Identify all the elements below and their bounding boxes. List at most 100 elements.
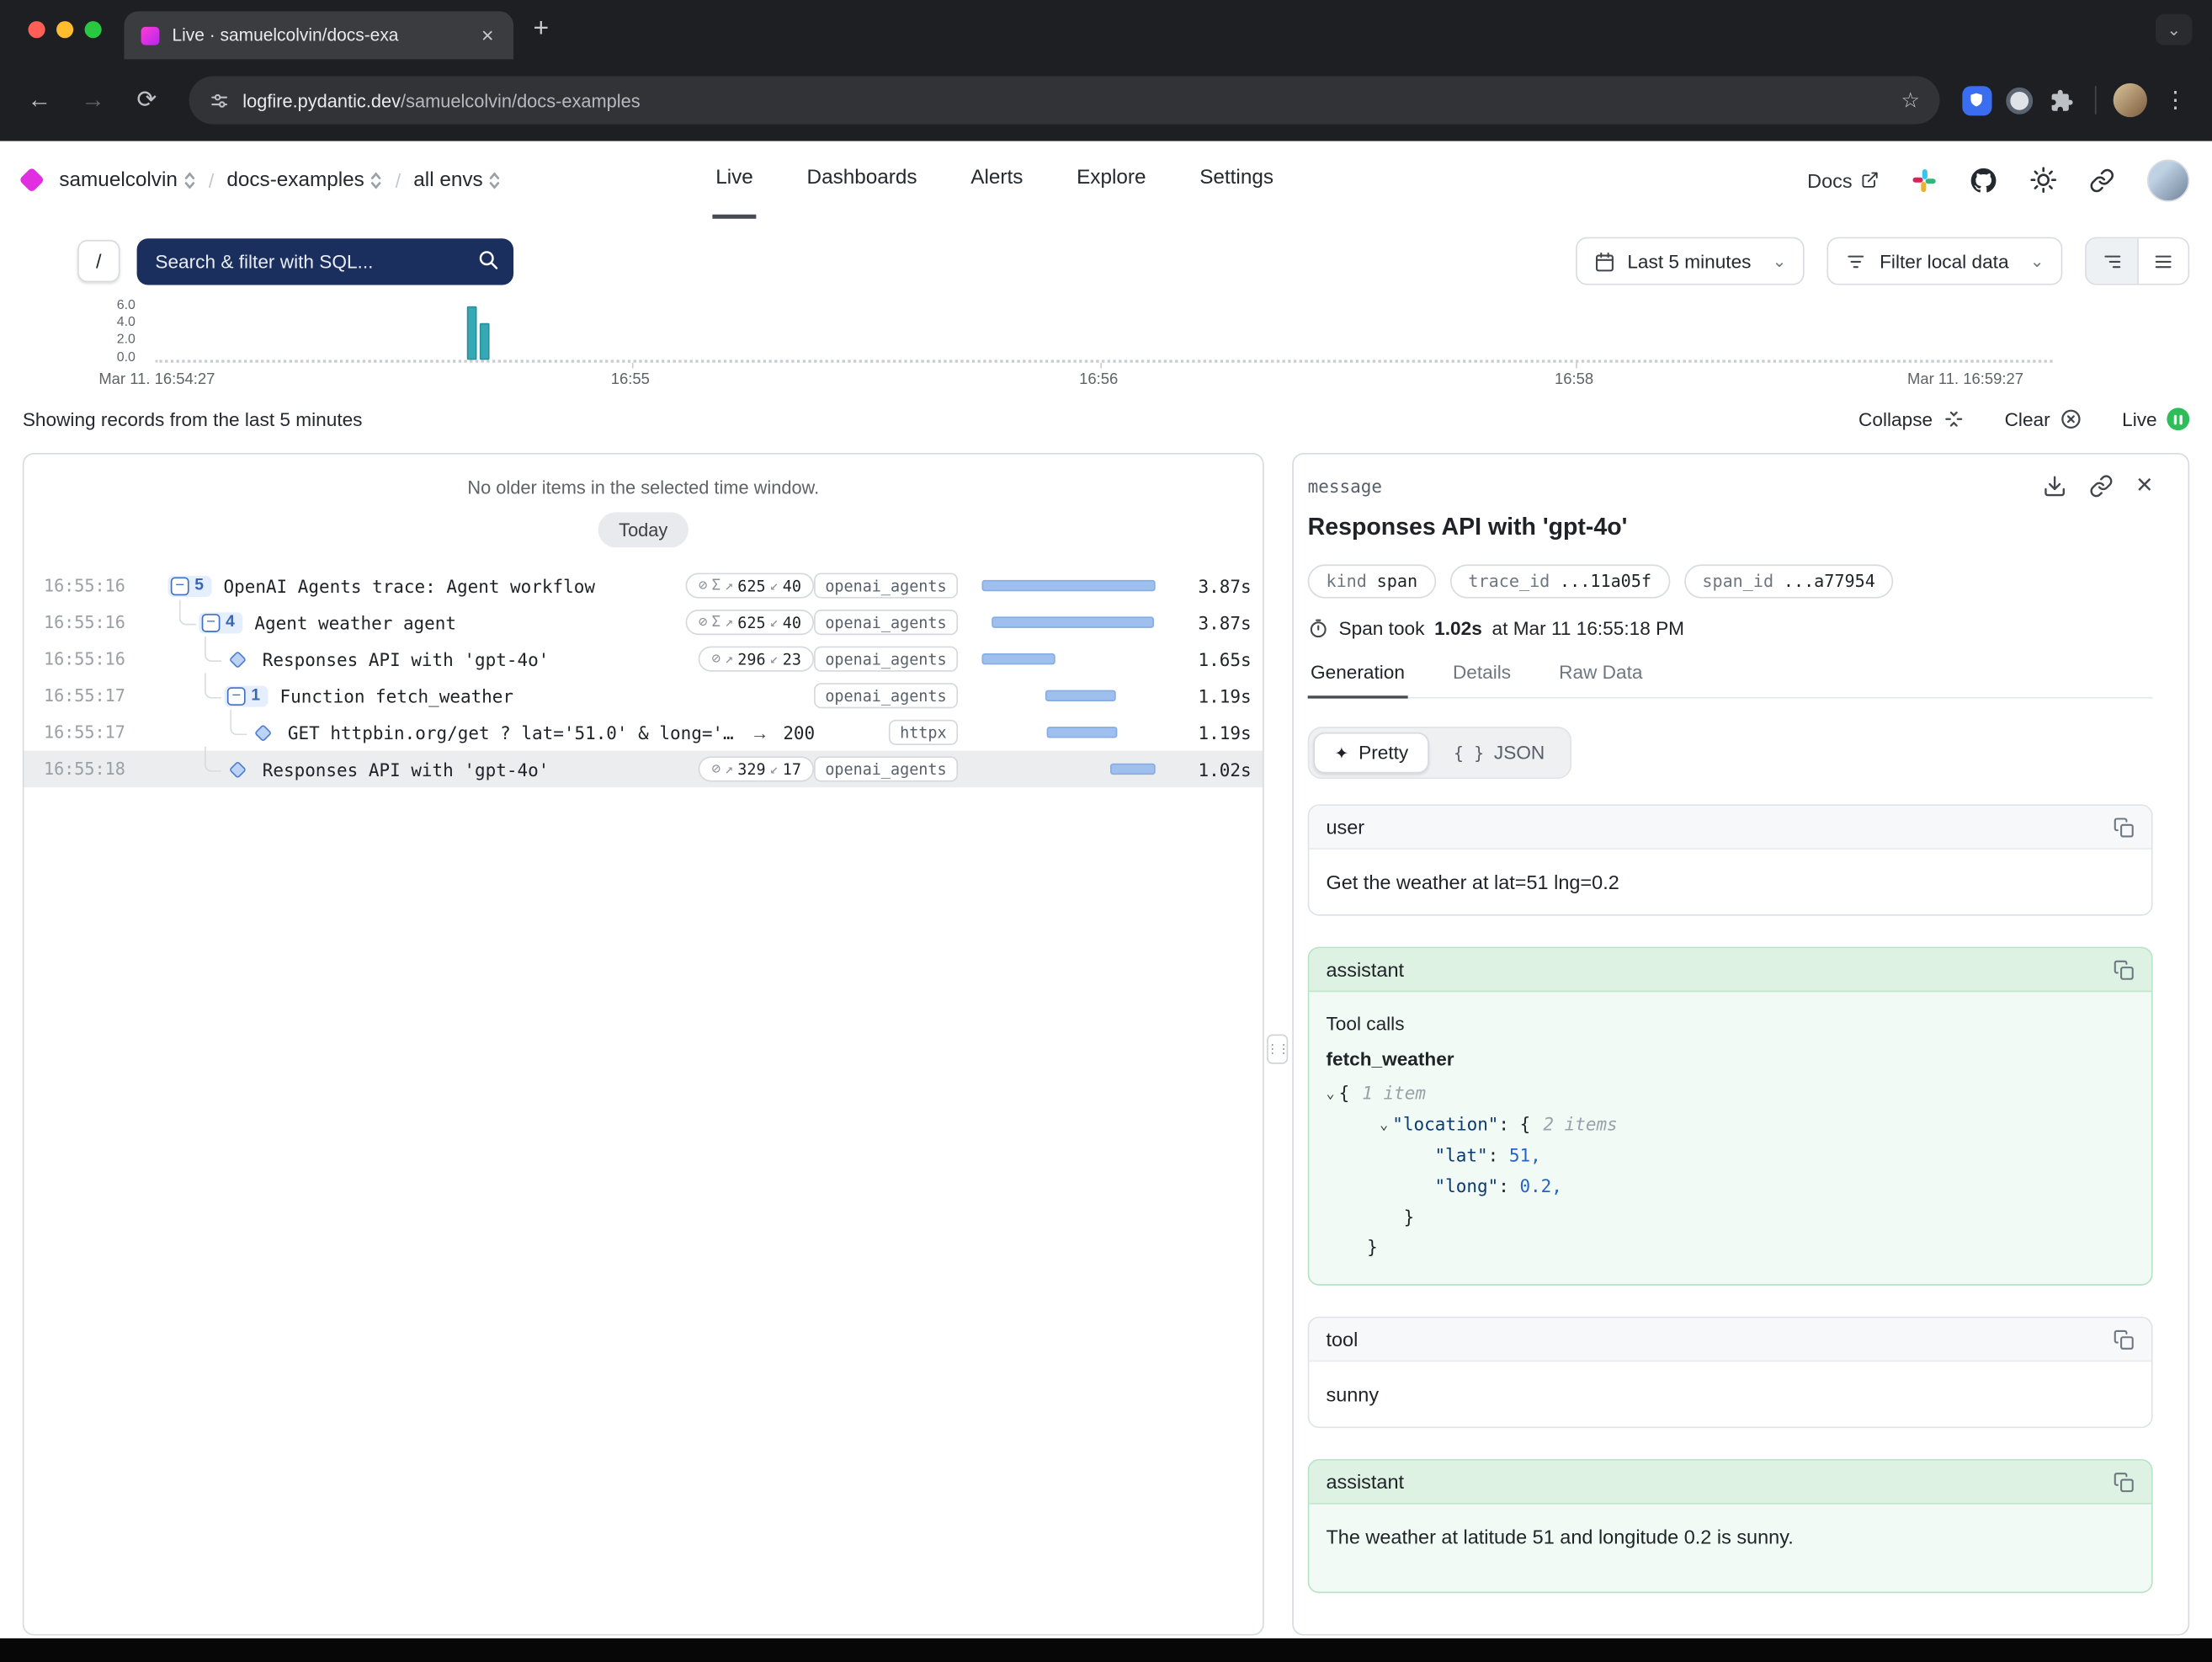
- row-timestamp: 16:55:17: [44, 686, 134, 706]
- collapse-toggle[interactable]: −1: [224, 685, 269, 706]
- copy-icon[interactable]: [2114, 1329, 2135, 1350]
- site-settings-icon[interactable]: [209, 89, 230, 110]
- message-card-header: user: [1309, 806, 2151, 850]
- pretty-toggle[interactable]: ✦Pretty: [1313, 732, 1429, 774]
- chevron-down-icon[interactable]: ⌄: [1380, 1113, 1388, 1137]
- scope-tag: openai_agents: [814, 647, 958, 672]
- trace-row[interactable]: 16:55:17 −1 Function fetch_weather opena…: [24, 677, 1263, 714]
- slack-icon[interactable]: [1910, 166, 1938, 194]
- tab-settings[interactable]: Settings: [1197, 141, 1277, 219]
- browser-menu-icon[interactable]: ⋮: [2156, 86, 2195, 115]
- copy-icon[interactable]: [2114, 1472, 2135, 1493]
- tab-alerts[interactable]: Alerts: [968, 141, 1026, 219]
- tokens-icon: ⊘: [712, 651, 721, 668]
- braces-icon: { }: [1454, 743, 1484, 762]
- json-line[interactable]: ⌄{1 item: [1326, 1078, 2134, 1109]
- tab-live[interactable]: Live: [713, 141, 756, 219]
- copy-link-icon[interactable]: [2090, 473, 2114, 497]
- search-input[interactable]: [137, 237, 513, 284]
- theme-sun-icon[interactable]: [2029, 166, 2057, 194]
- trace-id-badge[interactable]: trace_id...11a05f: [1450, 564, 1670, 598]
- tokens-icon: ⊘: [712, 760, 721, 777]
- collapse-toggle[interactable]: −5: [167, 575, 212, 596]
- message-body: The weather at latitude 51 and longitude…: [1309, 1505, 2151, 1592]
- reload-button[interactable]: ⟳: [124, 77, 169, 123]
- extensions-puzzle-icon[interactable]: [2045, 83, 2078, 117]
- breadcrumb-env[interactable]: all envs: [413, 168, 501, 191]
- window-zoom-button[interactable]: [85, 21, 102, 38]
- input-tokens: 296: [737, 650, 765, 669]
- tab-raw-data[interactable]: Raw Data: [1556, 662, 1646, 697]
- status-actions: Collapse Clear Live: [1858, 408, 2189, 430]
- json-key: "lat": [1435, 1144, 1488, 1165]
- password-extension-icon[interactable]: [2002, 83, 2035, 117]
- browser-profile-avatar[interactable]: [2114, 83, 2147, 117]
- span-id-badge[interactable]: span_id...a77954: [1684, 564, 1894, 598]
- window-close-button[interactable]: [29, 21, 45, 38]
- github-icon[interactable]: [1970, 166, 1998, 194]
- trace-row-selected[interactable]: 16:55:18 Responses API with 'gpt-4o' ⊘↗3…: [24, 751, 1263, 788]
- bookmark-star-icon[interactable]: ☆: [1901, 88, 1921, 113]
- tab-close-icon[interactable]: ×: [479, 24, 497, 45]
- message-card-header: tool: [1309, 1318, 2151, 1362]
- panel-resize-handle[interactable]: ⋮⋮: [1267, 1035, 1288, 1064]
- scope-tag: openai_agents: [814, 683, 958, 708]
- new-tab-button[interactable]: +: [534, 14, 550, 45]
- slash-shortcut-key[interactable]: /: [77, 240, 120, 282]
- json-toggle[interactable]: { }JSON: [1433, 732, 1566, 774]
- clear-button[interactable]: Clear: [2005, 408, 2083, 430]
- tokens-icon: ⊘: [699, 614, 708, 631]
- x-tick-mark: [1576, 363, 1577, 369]
- tab-generation[interactable]: Generation: [1308, 662, 1408, 699]
- list-view-toggle[interactable]: [2137, 238, 2188, 284]
- tab-dashboards[interactable]: Dashboards: [804, 141, 920, 219]
- tab-strip: Live · samuelcolvin/docs-exa × + ⌄: [0, 0, 2212, 59]
- browser-tab[interactable]: Live · samuelcolvin/docs-exa ×: [124, 11, 513, 59]
- time-range-dropdown[interactable]: Last 5 minutes ⌄: [1575, 237, 1805, 285]
- window-minimize-button[interactable]: [56, 21, 73, 38]
- span-diamond-icon: [254, 723, 272, 741]
- user-message-card: user Get the weather at lat=51 lng=0.2: [1308, 804, 2153, 915]
- tree-indent: [134, 608, 199, 637]
- tree-view-toggle[interactable]: [2087, 238, 2137, 284]
- download-tray-icon[interactable]: [2043, 473, 2066, 497]
- span-title: Responses API with 'gpt-4o': [1308, 514, 2153, 542]
- trace-row[interactable]: 16:55:16 −4 Agent weather agent ⊘Σ↗625↙4…: [24, 604, 1263, 641]
- duration-label: 1.19s: [1199, 722, 1252, 743]
- close-panel-icon[interactable]: ×: [2136, 471, 2153, 500]
- role-label: user: [1326, 816, 1364, 839]
- records-histogram[interactable]: 6.0 4.0 2.0 0.0 Mar 11. 16:54:27 16:55 1…: [0, 298, 2212, 392]
- trace-row[interactable]: 16:55:16 Responses API with 'gpt-4o' ⊘↗2…: [24, 641, 1263, 678]
- tab-explore[interactable]: Explore: [1074, 141, 1149, 219]
- tree-view-icon: [2101, 250, 2122, 271]
- message-card-header: assistant: [1309, 1461, 2151, 1505]
- search-icon: [476, 248, 499, 270]
- back-button[interactable]: ←: [17, 77, 62, 123]
- message-card-header: assistant: [1309, 948, 2151, 992]
- forward-button[interactable]: →: [71, 77, 116, 123]
- tab-details[interactable]: Details: [1450, 662, 1514, 697]
- user-avatar[interactable]: [2147, 159, 2189, 201]
- collapse-toggle[interactable]: −4: [199, 612, 243, 633]
- share-link-icon[interactable]: [2088, 166, 2117, 194]
- copy-icon[interactable]: [2114, 817, 2135, 838]
- trace-row[interactable]: 16:55:16 −5 OpenAI Agents trace: Agent w…: [24, 567, 1263, 605]
- filter-local-data-dropdown[interactable]: Filter local data ⌄: [1827, 237, 2062, 285]
- live-toggle-button[interactable]: Live: [2122, 408, 2189, 430]
- json-key: "long": [1435, 1175, 1499, 1196]
- docs-link[interactable]: Docs: [1807, 168, 1879, 191]
- collapse-button[interactable]: Collapse: [1858, 408, 1965, 430]
- trace-row[interactable]: 16:55:17 GET httpbin.org/get ? lat='51.0…: [24, 714, 1263, 751]
- breadcrumb-org[interactable]: samuelcolvin: [59, 168, 195, 191]
- breadcrumb-project[interactable]: docs-examples: [226, 168, 382, 191]
- detail-actions: ×: [2043, 471, 2152, 500]
- shield-extension-icon[interactable]: [1959, 83, 1993, 117]
- span-detail-panel: message × Responses API with 'gpt-4o' ki…: [1292, 453, 2189, 1636]
- chevron-down-icon[interactable]: ⌄: [1326, 1083, 1334, 1107]
- url-bar[interactable]: logfire.pydantic.dev/samuelcolvin/docs-e…: [189, 77, 1940, 125]
- copy-icon[interactable]: [2114, 959, 2135, 980]
- input-tokens-arrow-icon: ↗: [725, 761, 733, 776]
- tab-search-button[interactable]: ⌄: [2156, 14, 2193, 45]
- json-line[interactable]: ⌄"location": {2 items: [1326, 1109, 2134, 1140]
- row-timestamp: 16:55:17: [44, 722, 134, 742]
